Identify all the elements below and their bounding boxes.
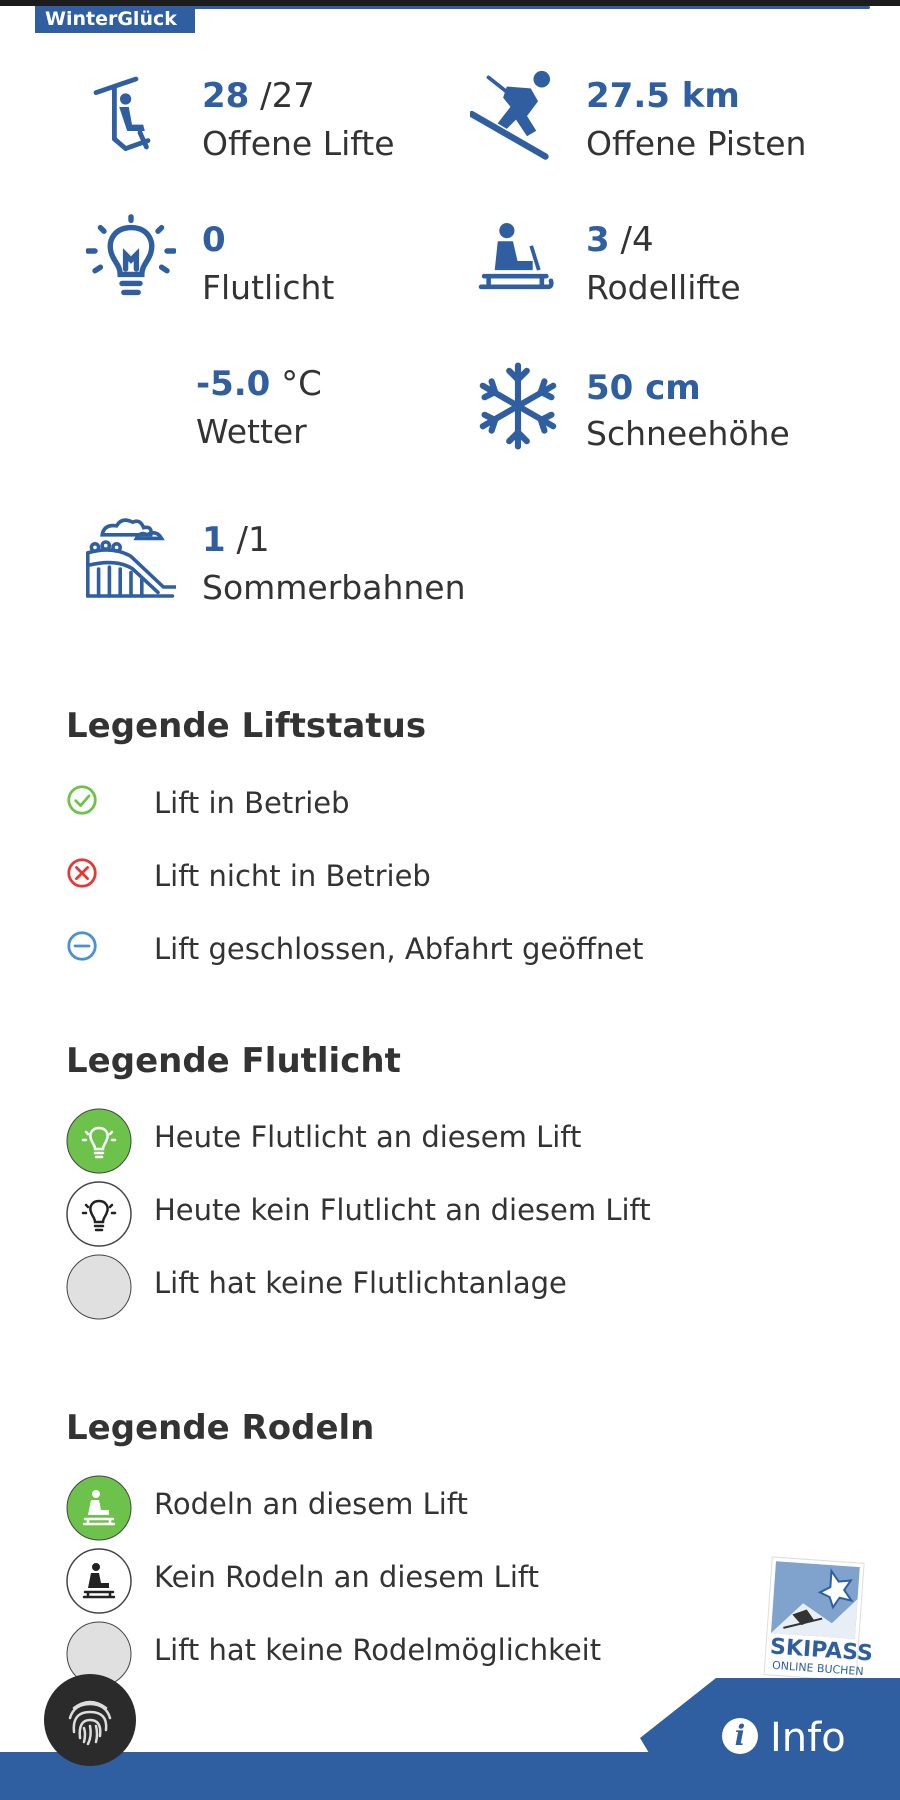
legend-lift-closed-label: Lift nicht in Betrieb	[154, 859, 431, 893]
legend-sled-no-label: Kein Rodeln an diesem Lift	[154, 1560, 539, 1594]
legend-lift-closed: Lift nicht in Betrieb	[66, 847, 766, 911]
snowflake-icon	[479, 362, 557, 450]
header-accent-line	[170, 6, 870, 9]
legend-sled-none-label: Lift hat keine Rodelmöglichkeit	[154, 1633, 602, 1667]
legend-floodlight-none-label: Lift hat keine Flutlichtanlage	[154, 1266, 567, 1300]
summer-rides-total: /1	[236, 520, 270, 560]
pistes-label: Offene Pisten	[586, 124, 807, 163]
sled-on-icon	[66, 1475, 132, 1541]
stat-weather: -5.0 °C Wetter	[196, 358, 436, 468]
lifts-label: Offene Lifte	[202, 124, 395, 163]
legend-sled-none: Lift hat keine Rodelmöglichkeit	[66, 1621, 766, 1687]
summer-rides-open: 1	[202, 520, 226, 560]
brand-logo[interactable]: WinterGlück	[35, 6, 195, 33]
lightbulb-on-icon	[66, 1108, 132, 1174]
lightbulb-icon	[86, 214, 176, 296]
summer-coaster-icon	[86, 518, 176, 598]
snow-depth-value: 50 cm	[586, 368, 701, 408]
stat-summer-rides: 1 /1 Sommerbahnen	[86, 514, 486, 624]
legend-lift-open: Lift in Betrieb	[66, 774, 766, 838]
sled-lifts-open: 3	[586, 220, 610, 260]
x-circle-icon	[67, 858, 97, 888]
legend-liftstatus-title: Legende Liftstatus	[66, 706, 427, 746]
lifts-open-count: 28	[202, 76, 250, 116]
legend-floodlight-off-label: Heute kein Flutlicht an diesem Lift	[154, 1193, 651, 1227]
snow-depth-label: Schneehöhe	[586, 414, 790, 453]
pistes-km: 27.5 km	[586, 76, 740, 116]
temperature-value: -5.0	[196, 364, 271, 404]
legend-lift-open-label: Lift in Betrieb	[154, 786, 350, 820]
sled-lifts-label: Rodellifte	[586, 268, 741, 307]
summer-rides-label: Sommerbahnen	[202, 568, 466, 607]
legend-floodlight-none: Lift hat keine Flutlichtanlage	[66, 1254, 766, 1320]
stat-open-pistes: 27.5 km Offene Pisten	[470, 70, 870, 180]
fingerprint-button[interactable]	[44, 1674, 136, 1766]
sled-icon	[478, 223, 554, 290]
fingerprint-icon	[68, 1700, 112, 1746]
skier-icon	[470, 70, 551, 160]
minus-circle-icon	[67, 931, 97, 961]
legend-sled-yes-label: Rodeln an diesem Lift	[154, 1487, 468, 1521]
chairlift-icon	[93, 76, 151, 152]
legend-floodlight-off: Heute kein Flutlicht an diesem Lift	[66, 1181, 766, 1247]
lightbulb-off-icon	[66, 1181, 132, 1247]
legend-sled-title: Legende Rodeln	[66, 1408, 375, 1448]
legend-floodlight-title: Legende Flutlicht	[66, 1041, 401, 1081]
legend-sled-no: Kein Rodeln an diesem Lift	[66, 1548, 766, 1614]
info-icon[interactable]: i	[722, 1718, 758, 1754]
info-label[interactable]: Info	[770, 1715, 846, 1761]
legend-floodlight-on: Heute Flutlicht an diesem Lift	[66, 1108, 766, 1174]
check-circle-icon	[67, 785, 97, 815]
sled-lifts-total: /4	[620, 220, 654, 260]
floodlight-label: Flutlicht	[202, 268, 335, 307]
skipass-promo[interactable]: SKIPASS ONLINE BUCHEN	[762, 1556, 874, 1684]
stat-open-lifts: 28 /27 Offene Lifte	[92, 70, 422, 180]
empty-circle-icon	[66, 1254, 132, 1320]
stat-sled-lifts: 3 /4 Rodellifte	[478, 214, 868, 324]
legend-sled-yes: Rodeln an diesem Lift	[66, 1475, 766, 1541]
legend-lift-run-open-label: Lift geschlossen, Abfahrt geöffnet	[154, 932, 644, 966]
weather-label: Wetter	[196, 412, 307, 451]
floodlight-count: 0	[202, 220, 226, 260]
stat-snow-depth: 50 cm Schneehöhe	[474, 362, 874, 472]
stat-floodlight: 0 Flutlicht	[86, 214, 416, 324]
legend-floodlight-on-label: Heute Flutlicht an diesem Lift	[154, 1120, 582, 1154]
legend-lift-run-open: Lift geschlossen, Abfahrt geöffnet	[66, 920, 766, 984]
sled-off-icon	[66, 1548, 132, 1614]
lifts-total: /27	[260, 76, 315, 116]
temperature-unit: °C	[281, 364, 322, 404]
